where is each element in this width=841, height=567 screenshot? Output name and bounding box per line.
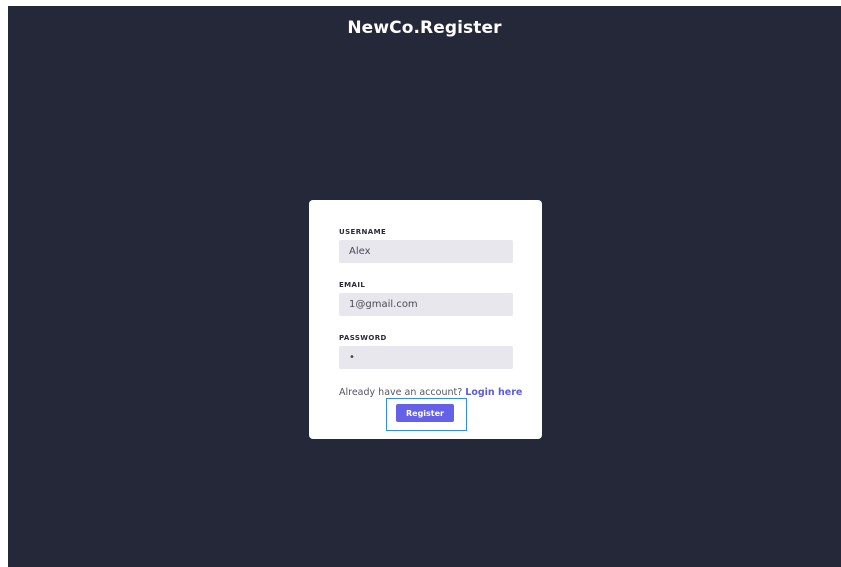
password-input[interactable] [339, 346, 513, 369]
register-card: USERNAME EMAIL PASSWORD Already have an … [309, 200, 542, 439]
password-label: PASSWORD [339, 334, 387, 342]
login-prompt-text: Already have an account? [339, 387, 463, 398]
username-label: USERNAME [339, 228, 387, 236]
email-label: EMAIL [339, 281, 366, 289]
register-button[interactable]: Register [396, 404, 454, 422]
login-prompt: Already have an account? Login here [339, 387, 522, 398]
app-title: NewCo.Register [347, 18, 502, 38]
login-link[interactable]: Login here [465, 387, 522, 398]
username-input[interactable] [339, 240, 513, 263]
page-background: NewCo.Register USERNAME EMAIL PASSWORD A… [8, 6, 841, 567]
email-input[interactable] [339, 293, 513, 316]
